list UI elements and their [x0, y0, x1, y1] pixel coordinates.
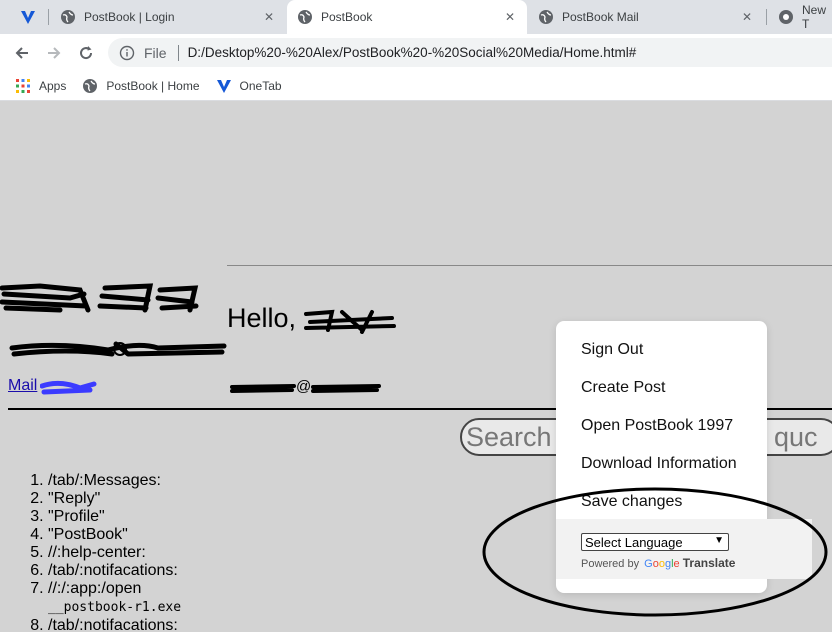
header-divider — [227, 265, 832, 266]
list-item: //:help-center: — [48, 544, 181, 562]
vivaldi-v-icon — [20, 9, 36, 25]
bookmark-apps[interactable]: Apps — [15, 78, 66, 94]
redacted-username — [304, 309, 396, 334]
greeting-heading: Hello, — [227, 303, 296, 334]
language-select[interactable]: Select Language ▼ — [581, 533, 729, 551]
tab-postbook-login[interactable]: PostBook | Login ✕ — [50, 0, 286, 34]
bookmark-onetab[interactable]: OneTab — [216, 78, 282, 94]
url-scheme: File — [144, 44, 167, 61]
list-item: "PostBook" — [48, 526, 181, 544]
google-translate-widget: Select Language ▼ Powered by Google Tran… — [556, 519, 812, 579]
reload-icon — [80, 46, 93, 60]
close-tab-icon[interactable]: ✕ — [503, 10, 517, 24]
redacted-email-user — [230, 384, 296, 394]
list-item: /tab/:Messages: — [48, 472, 181, 490]
globe-icon — [297, 9, 313, 25]
globe-icon — [82, 78, 98, 94]
search-placeholder-tail: quc — [774, 422, 818, 452]
onetab-v-icon — [216, 78, 232, 94]
tab-new[interactable]: New T — [768, 0, 832, 34]
greeting-text: Hello, — [227, 303, 297, 333]
bookmark-postbook-home[interactable]: PostBook | Home — [82, 78, 200, 94]
list-item: "Profile" — [48, 508, 181, 526]
user-email: @ — [230, 378, 382, 395]
apps-grid-icon — [15, 78, 31, 94]
tab-postbook-mail[interactable]: PostBook Mail ✕ — [528, 0, 764, 34]
bookmark-label: PostBook | Home — [106, 78, 200, 93]
bookmark-label: OneTab — [239, 78, 282, 93]
redacted-mail-count — [40, 380, 97, 395]
redacted-email-domain — [311, 384, 382, 394]
tab-title: PostBook — [321, 10, 373, 24]
tab-vivaldi[interactable] — [8, 0, 48, 34]
tab-title: New T — [802, 3, 827, 31]
forward-button[interactable] — [42, 41, 66, 65]
mail-link[interactable]: Mail — [8, 377, 37, 395]
command-list: /tab/:Messages: "Reply" "Profile" "PostB… — [48, 472, 181, 632]
url-text[interactable]: D:/Desktop%20-%20Alex/PostBook%20-%20Soc… — [188, 45, 637, 60]
browser-toolbar: File D:/Desktop%20-%20Alex/PostBook%20-%… — [0, 34, 832, 71]
menu-item-sign-out[interactable]: Sign Out — [581, 341, 643, 359]
forward-arrow-icon — [48, 47, 61, 59]
menu-item-open-postbook-1997[interactable]: Open PostBook 1997 — [581, 417, 733, 435]
menu-item-save-changes[interactable]: Save changes — [581, 493, 682, 511]
chevron-down-icon: ▼ — [714, 535, 724, 546]
redacted-name — [0, 283, 199, 313]
tab-postbook[interactable]: PostBook ✕ — [287, 0, 527, 34]
back-arrow-icon — [15, 47, 28, 59]
list-item: //:/:app:/open__postbook-r1.exe — [48, 580, 181, 617]
account-dropdown-menu: Sign Out Create Post Open PostBook 1997 … — [556, 321, 812, 593]
bookmark-label: Apps — [39, 78, 67, 93]
close-tab-icon[interactable]: ✕ — [740, 10, 754, 24]
bookmarks-bar: Apps PostBook | Home OneTab — [0, 71, 832, 101]
list-item-subtext: __postbook-r1.exe — [48, 600, 182, 615]
tab-title: PostBook | Login — [84, 10, 175, 24]
globe-icon — [60, 9, 76, 25]
info-icon[interactable] — [118, 44, 136, 62]
redacted-handle — [9, 341, 227, 357]
back-button[interactable] — [10, 41, 34, 65]
close-tab-icon[interactable]: ✕ — [262, 10, 276, 24]
language-select-value: Select Language — [585, 534, 683, 550]
list-item: /tab/:notifacations: — [48, 562, 181, 580]
postbook-home-page: Hello, Mail @ Search quc /tab/:Messages:… — [0, 102, 832, 632]
translate-link[interactable]: Translate — [683, 556, 736, 570]
tab-strip: PostBook | Login ✕ PostBook ✕ PostBook M… — [0, 0, 832, 34]
google-logo: Google — [644, 558, 680, 570]
email-at: @ — [296, 378, 312, 395]
menu-item-download-information[interactable]: Download Information — [581, 455, 737, 473]
tab-title: PostBook Mail — [562, 10, 639, 24]
powered-by-google-translate: Powered by Google Translate — [581, 556, 736, 570]
list-item: "Reply" — [48, 490, 181, 508]
search-placeholder: Search — [466, 422, 552, 452]
menu-item-create-post[interactable]: Create Post — [581, 379, 665, 397]
globe-icon — [538, 9, 554, 25]
list-item: /tab/:notifacations: — [48, 617, 181, 632]
chrome-icon — [778, 9, 794, 25]
address-bar[interactable]: File D:/Desktop%20-%20Alex/PostBook%20-%… — [108, 38, 832, 67]
reload-button[interactable] — [74, 41, 98, 65]
